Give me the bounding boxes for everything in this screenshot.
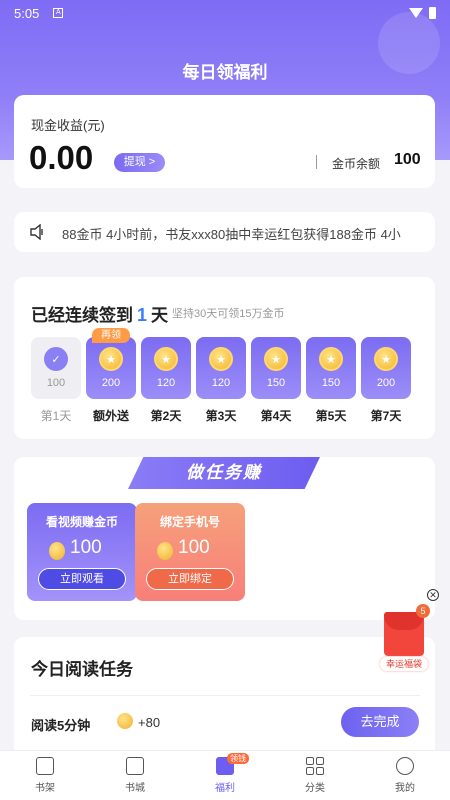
status-bar: 5:05 A — [0, 0, 450, 26]
announcement-bar[interactable]: 88金币 4小时前，书友xxx80抽中幸运红包获得188金币 4小 — [14, 212, 435, 252]
divider — [316, 155, 317, 169]
again-tag: 再领 — [92, 328, 130, 343]
reading-reward: +80 — [138, 715, 161, 730]
tab-category[interactable]: 分类 — [270, 751, 360, 800]
signin-day-label: 第3天 — [205, 409, 237, 423]
signin-day-label: 第4天 — [260, 409, 292, 423]
signin-days: 1 — [137, 305, 148, 325]
signin-day-4[interactable]: ★ 150 第4天 — [251, 337, 301, 423]
signin-card: 已经连续签到 1 天 坚持30天可领15万金币 ✓ 100 第1天 再领 ★ 200… — [14, 277, 435, 439]
signin-day-label: 第5天 — [315, 409, 347, 423]
tab-label: 福利 — [215, 783, 235, 794]
signin-amount: 100 — [46, 377, 66, 389]
signin-day-5[interactable]: ★ 150 第5天 — [306, 337, 356, 423]
bind-phone-task: 绑定手机号 100 立即绑定 — [135, 503, 245, 601]
coin-icon: ★ — [374, 347, 398, 371]
check-icon: ✓ — [44, 347, 68, 371]
page-title: 每日领福利 — [182, 63, 268, 82]
tasks-card: 做任务赚 看视频赚金币 100 立即观看 绑定手机号 100 立即绑定 — [14, 457, 435, 620]
coin-icon: ★ — [264, 347, 288, 371]
tab-welfare[interactable]: 领钱 福利 — [180, 751, 270, 800]
status-icons — [409, 7, 436, 19]
cash-label: 现金收益(元) — [31, 118, 105, 133]
lucky-label: 幸运福袋 — [380, 657, 428, 671]
cash-amount: 0.00 — [29, 139, 94, 176]
profile-icon — [396, 757, 414, 775]
tab-badge: 领钱 — [227, 753, 249, 764]
tasks-banner: 做任务赚 — [128, 457, 320, 489]
tab-mine[interactable]: 我的 — [360, 751, 450, 800]
signin-day-label: 额外送 — [92, 409, 129, 423]
grid-icon — [306, 757, 324, 775]
tab-label: 我的 — [395, 783, 415, 794]
coin-icon: ★ — [209, 347, 233, 371]
signin-day-1[interactable]: ✓ 100 第1天 — [31, 337, 81, 423]
battery-icon — [429, 7, 436, 19]
tab-label: 书架 — [35, 783, 55, 794]
task-reward: 100 — [70, 537, 102, 558]
status-time: 5:05 — [14, 5, 40, 21]
tab-bookstore[interactable]: 书城 — [90, 751, 180, 800]
signin-day-extra[interactable]: 再领 ★ 200 额外送 — [86, 328, 136, 423]
coin-icon: ★ — [154, 347, 178, 371]
task-title: 看视频赚金币 — [45, 515, 118, 529]
wifi-icon — [409, 8, 423, 18]
signin-amount: 200 — [376, 377, 396, 389]
book-icon — [126, 757, 144, 775]
divider — [30, 695, 420, 696]
go-complete-button[interactable]: 去完成 — [341, 707, 419, 737]
coin-icon — [157, 542, 173, 560]
notification-icon: A — [53, 8, 64, 18]
announcement-text: 88金币 4小时前，书友xxx80抽中幸运红包获得188金币 4小 — [62, 227, 401, 242]
signin-day-label: 第1天 — [40, 409, 72, 423]
signin-day-label: 第2天 — [150, 409, 182, 423]
coin-icon — [49, 542, 65, 560]
task-title: 绑定手机号 — [159, 515, 220, 529]
tab-bookshelf[interactable]: 书架 — [0, 751, 90, 800]
bottom-tab-bar: 书架 书城 领钱 福利 分类 我的 — [0, 750, 450, 800]
signin-amount: 120 — [156, 377, 176, 389]
signin-subtitle: 坚持30天可领15万金币 — [172, 308, 285, 320]
close-icon[interactable]: ✕ — [427, 589, 439, 601]
signin-day-2[interactable]: ★ 120 第2天 — [141, 337, 191, 423]
watch-video-task: 看视频赚金币 100 立即观看 — [27, 503, 137, 601]
reading-card: 今日阅读任务 阅读5分钟 +80 去完成 — [14, 637, 435, 757]
signin-day-label: 第7天 — [370, 409, 402, 423]
bind-now-button[interactable]: 立即绑定 — [146, 568, 234, 590]
signin-day-3[interactable]: ★ 120 第3天 — [196, 337, 246, 423]
coin-icon: ★ — [99, 347, 123, 371]
tab-label: 书城 — [125, 783, 145, 794]
lucky-badge: 5 — [416, 604, 430, 618]
coin-balance-value: 100 — [394, 151, 421, 168]
signin-amount: 200 — [101, 377, 121, 389]
tab-label: 分类 — [305, 783, 325, 794]
speaker-icon — [30, 224, 43, 240]
reading-title: 今日阅读任务 — [31, 660, 133, 679]
signin-amount: 150 — [266, 377, 286, 389]
lucky-bag-button[interactable]: 5 幸运福袋 — [380, 604, 430, 671]
signin-amount: 150 — [321, 377, 341, 389]
task-reward: 100 — [178, 537, 210, 558]
reading-task-label: 阅读5分钟 — [31, 718, 91, 733]
withdraw-button[interactable]: 提现 > — [114, 153, 165, 172]
cash-card: 现金收益(元) 0.00 提现 > 金币余额 100 — [14, 95, 435, 188]
signin-day-7[interactable]: ★ 200 第7天 — [361, 337, 411, 423]
watch-now-button[interactable]: 立即观看 — [38, 568, 126, 590]
bookshelf-icon — [36, 757, 54, 775]
signin-title: 已经连续签到 1 天 — [31, 305, 169, 325]
coin-balance-label: 金币余额 — [332, 157, 381, 171]
coin-icon — [117, 713, 133, 729]
coin-icon: ★ — [319, 347, 343, 371]
signin-amount: 120 — [211, 377, 231, 389]
